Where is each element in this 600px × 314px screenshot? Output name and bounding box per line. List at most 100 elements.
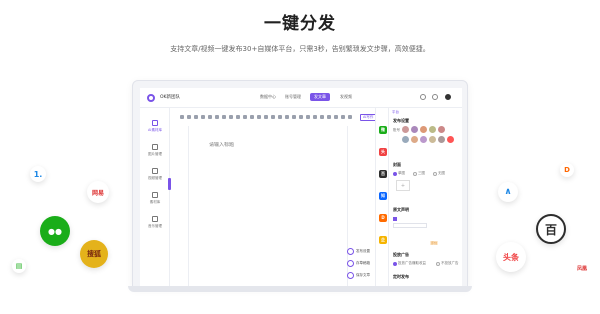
cover-single-radio[interactable]: [393, 172, 397, 176]
link-icon[interactable]: [285, 115, 289, 119]
nav-publish-video[interactable]: 发视频: [340, 94, 352, 100]
align-right-icon[interactable]: [257, 115, 261, 119]
sidebar-collapse-handle[interactable]: [168, 178, 171, 190]
avatar[interactable]: [438, 136, 445, 143]
video-insert-icon[interactable]: [299, 115, 303, 119]
account-baijia[interactable]: 百: [379, 170, 387, 178]
ordered-list-icon[interactable]: [271, 115, 275, 119]
sidebar-item-label: 素材库: [149, 200, 161, 204]
strike-icon[interactable]: [229, 115, 233, 119]
account-label: 账号: [393, 128, 400, 132]
side-action-label: 保存文章: [356, 273, 370, 277]
table-icon[interactable]: [306, 115, 310, 119]
article-title-input[interactable]: [209, 142, 329, 148]
account-qiye[interactable]: 企: [379, 236, 387, 244]
logo-text: D: [564, 166, 570, 174]
nav-publish-article[interactable]: 发文章: [310, 93, 330, 101]
fenghuang-logo: 凤凰: [572, 258, 592, 278]
sidebar-item-video[interactable]: 视频管理: [140, 168, 170, 181]
publish-settings-button[interactable]: 发布设置: [347, 248, 370, 255]
save-article-button[interactable]: 保存文章: [347, 272, 370, 279]
save-draft-button[interactable]: 存草稿箱: [347, 260, 370, 267]
sidebar-item-label: 视频管理: [148, 176, 162, 180]
hero-title: 一键分发: [264, 14, 336, 34]
account-wechat[interactable]: 微: [379, 126, 387, 134]
line-icon[interactable]: [320, 115, 324, 119]
align-center-icon[interactable]: [250, 115, 254, 119]
sidebar-item-ai[interactable]: AI素材库: [140, 120, 170, 133]
cover-upload-box[interactable]: +: [396, 180, 410, 191]
cover-heading: 封面: [393, 162, 401, 167]
sidebar-item-image[interactable]: 图片管理: [140, 144, 170, 157]
clear-format-icon[interactable]: [334, 115, 338, 119]
color-icon[interactable]: [236, 115, 240, 119]
sidebar-item-label: 音乐管理: [148, 224, 162, 228]
ad-off-radio[interactable]: [436, 262, 440, 266]
nav-account[interactable]: 账号管理: [285, 94, 301, 100]
more-icon[interactable]: [348, 115, 352, 119]
avatar[interactable]: [429, 136, 436, 143]
sidebar-item-label: 图片管理: [148, 152, 162, 156]
ad-on-radio[interactable]: [393, 262, 397, 266]
align-left-icon[interactable]: [243, 115, 247, 119]
image-insert-icon[interactable]: [292, 115, 296, 119]
sidebar-item-music[interactable]: 音乐管理: [140, 216, 170, 229]
cover-none-radio[interactable]: [433, 172, 437, 176]
redo-icon[interactable]: [187, 115, 191, 119]
settings-icon[interactable]: [432, 94, 438, 100]
ifeng-logo: 1.: [30, 166, 46, 182]
heading-icon[interactable]: [201, 115, 205, 119]
original-checkbox[interactable]: [393, 217, 397, 221]
format-icon[interactable]: [194, 115, 198, 119]
message-icon[interactable]: [420, 94, 426, 100]
logo-text: 百: [544, 222, 557, 237]
cover-triple-radio[interactable]: [413, 172, 417, 176]
video-icon: [152, 168, 158, 174]
code-icon[interactable]: [313, 115, 317, 119]
quote-icon[interactable]: [278, 115, 282, 119]
account-zhihu[interactable]: 知: [379, 192, 387, 200]
avatar[interactable]: [411, 136, 418, 143]
editor-document[interactable]: [188, 126, 348, 289]
cover-option-label: 无图: [438, 171, 445, 175]
sohu-logo: 搜狐: [80, 240, 108, 268]
avatar[interactable]: [438, 126, 445, 133]
avatar[interactable]: [445, 94, 451, 100]
underline-icon[interactable]: [222, 115, 226, 119]
publish-settings-panel: 平台 发布设置 账号 封面 单图 三图 无图 + 原文声明 原创 投放广告 投放…: [390, 110, 462, 289]
ai-write-button[interactable]: AI写作: [360, 114, 377, 121]
left-sidebar: AI素材库 图片管理 视频管理 素材库 音乐管理: [140, 108, 171, 289]
emoji-icon[interactable]: [327, 115, 331, 119]
side-action-label: 存草稿箱: [356, 261, 370, 265]
team-selector[interactable]: OK新团队: [160, 94, 180, 100]
undo-icon[interactable]: [180, 115, 184, 119]
avatar[interactable]: [420, 136, 427, 143]
toutiao-logo: 头条: [496, 242, 526, 272]
account-douyin[interactable]: D: [379, 214, 387, 222]
publish-settings-heading: 发布设置: [393, 118, 409, 123]
avatar[interactable]: [402, 126, 409, 133]
avatar[interactable]: [447, 136, 454, 143]
avatar[interactable]: [402, 136, 409, 143]
ad-option-label: 不投放广告: [441, 261, 459, 265]
save-icon: [347, 272, 354, 279]
cover-option-label: 单图: [398, 171, 405, 175]
account-toutiao[interactable]: 头: [379, 148, 387, 156]
list-icon[interactable]: [264, 115, 268, 119]
platform-tag: 平台: [392, 110, 399, 114]
sidebar-item-library[interactable]: 素材库: [140, 192, 170, 205]
avatar[interactable]: [420, 126, 427, 133]
avatar[interactable]: [411, 126, 418, 133]
platform-account-column: 微 头 百 知 D 企: [375, 108, 389, 289]
avatar[interactable]: [429, 126, 436, 133]
ad-option-label: 投放广告赚取收益: [398, 261, 426, 265]
italic-icon[interactable]: [215, 115, 219, 119]
page: 一键分发 支持文章/视频一键发布30+自媒体平台，只需3秒，告别繁琐发文步骤，高…: [0, 0, 600, 314]
baijiahao-logo: 百: [536, 214, 566, 244]
nav-data-center[interactable]: 数据中心: [260, 94, 276, 100]
bold-icon[interactable]: [208, 115, 212, 119]
original-source-input[interactable]: [393, 223, 427, 228]
app-screen: OK新团队 数据中心 账号管理 发文章 发视频 AI素材库 图片管理 视频管理 …: [140, 88, 462, 289]
bilibili-logo: ∧: [498, 182, 518, 202]
fullscreen-icon[interactable]: [341, 115, 345, 119]
